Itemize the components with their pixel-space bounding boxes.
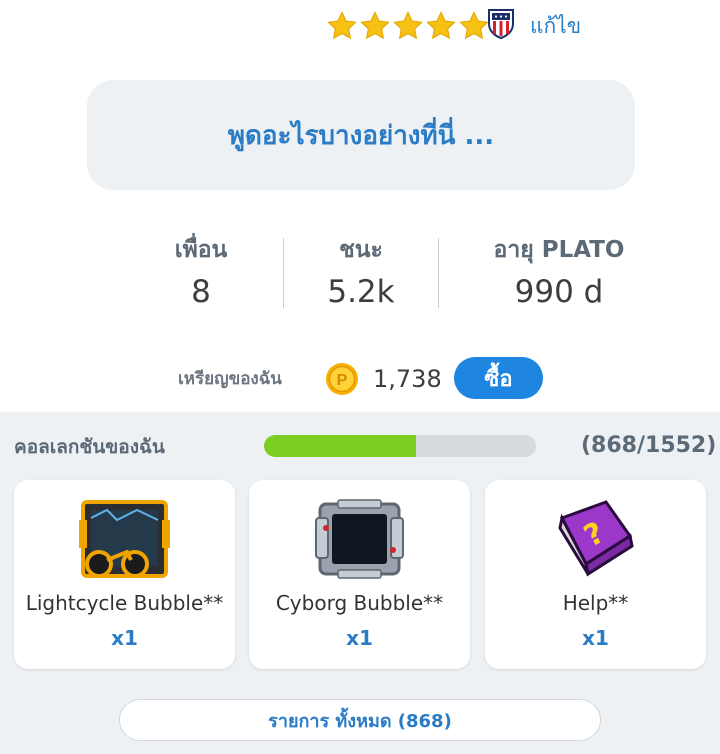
svg-text:P: P	[337, 372, 348, 389]
edit-profile-link[interactable]: แก้ไข	[530, 12, 581, 40]
coin-icon: P	[325, 362, 359, 396]
us-flag-shield-icon	[488, 9, 514, 40]
collection-progress-fill	[264, 435, 417, 457]
help-book-icon: ?	[548, 498, 643, 580]
item-quantity: x1	[111, 626, 138, 650]
item-name: Cyborg Bubble**	[275, 591, 444, 615]
star-icon	[326, 10, 358, 42]
item-quantity: x1	[346, 626, 373, 650]
item-quantity: x1	[582, 626, 609, 650]
coins-label: เหรียญของฉัน	[178, 369, 282, 389]
status-placeholder: พูดอะไรบางอย่างที่นี่ ...	[227, 120, 495, 151]
item-name: Lightcycle Bubble**	[25, 591, 224, 615]
stat-plato-age: อายุ PLATO 990 d	[468, 232, 650, 314]
collection-item-card[interactable]: Cyborg Bubble** x1	[249, 480, 470, 669]
star-icon	[392, 10, 424, 42]
stat-wins-value: 5.2k	[327, 274, 395, 310]
status-message-box[interactable]: พูดอะไรบางอย่างที่นี่ ...	[87, 80, 635, 190]
item-name: Help**	[562, 591, 629, 615]
star-icon	[359, 10, 391, 42]
stat-friends-label: เพื่อน	[174, 237, 228, 263]
stat-wins: ชนะ 5.2k	[291, 232, 431, 314]
buy-coins-button[interactable]: ซื้อ	[454, 357, 543, 399]
collection-item-card[interactable]: Lightcycle Bubble** x1	[14, 480, 235, 669]
rating-stars	[326, 10, 490, 42]
stat-friends-value: 8	[191, 274, 211, 310]
lightcycle-bubble-icon	[77, 498, 172, 580]
stat-friends[interactable]: เพื่อน 8	[142, 232, 260, 314]
collection-progress-bar	[264, 435, 536, 457]
stat-divider	[283, 238, 284, 308]
collection-progress-text: (868/1552)	[581, 433, 717, 458]
star-icon	[458, 10, 490, 42]
stat-divider	[438, 238, 439, 308]
stat-wins-label: ชนะ	[339, 237, 383, 263]
coin-count: 1,738	[373, 365, 442, 393]
stat-plato-age-label: อายุ PLATO	[493, 237, 625, 263]
stat-plato-age-value: 990 d	[514, 274, 604, 310]
cyborg-bubble-icon	[312, 498, 407, 580]
star-icon	[425, 10, 457, 42]
collection-item-card[interactable]: ? Help** x1	[485, 480, 706, 669]
view-all-items-button[interactable]: รายการ ทั้งหมด (868)	[119, 699, 601, 741]
collection-label: คอลเลกชันของฉัน	[14, 436, 165, 458]
